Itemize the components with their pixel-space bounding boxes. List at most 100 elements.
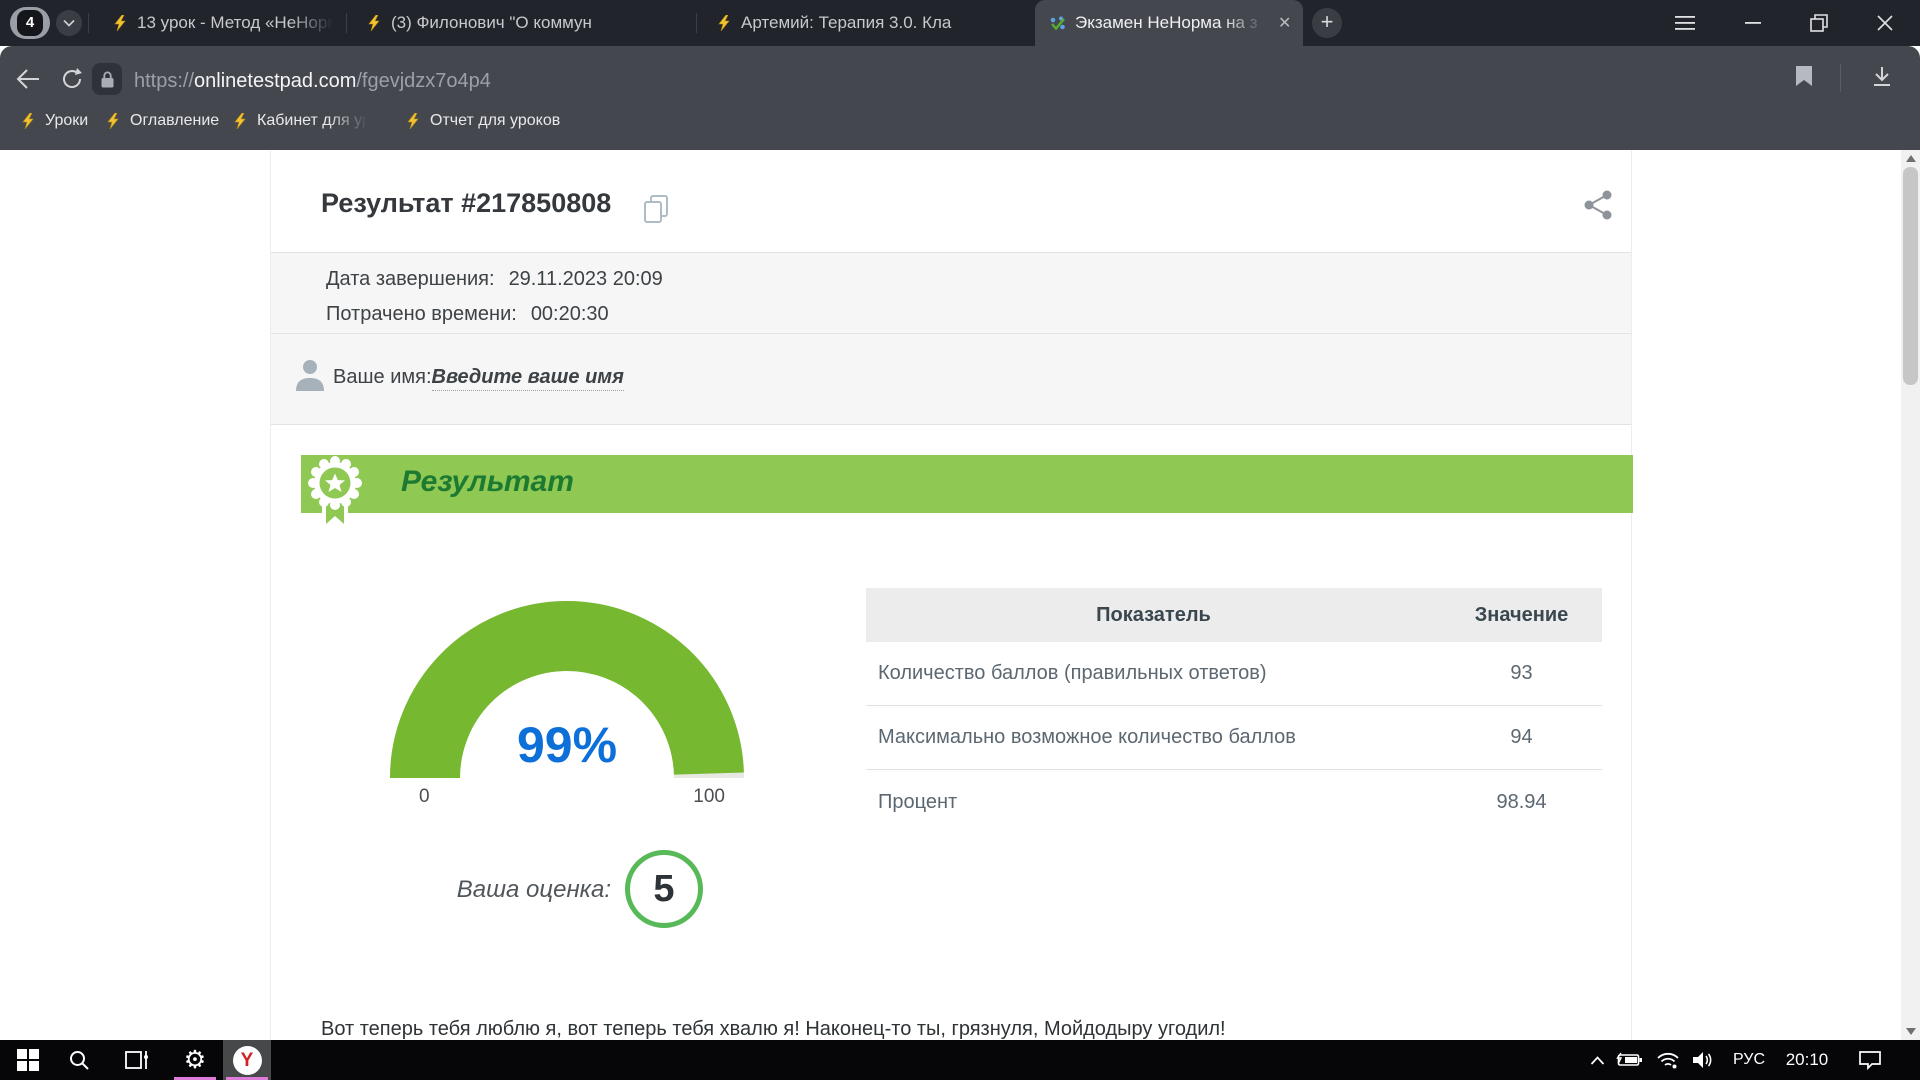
result-info-panel: Дата завершения: 29.11.2023 20:09 Потраче…	[271, 252, 1631, 334]
share-icon	[1581, 188, 1615, 222]
bookmark-item-oglavlenie[interactable]: Оглавление	[105, 108, 219, 134]
url-protocol: https://	[134, 70, 194, 92]
reload-icon	[60, 67, 84, 91]
scroll-down-button[interactable]	[1901, 1023, 1920, 1040]
restore-icon	[1810, 14, 1828, 32]
chevron-down-icon	[63, 19, 75, 27]
scroll-up-button[interactable]	[1901, 150, 1920, 167]
bookmark-item-kabinet[interactable]: Кабинет для урок	[232, 108, 367, 134]
browser-tab-bar: 4 13 урок - Метод «НеНорм (3) Филонович …	[0, 0, 1920, 46]
yandex-browser-app-button[interactable]: Y	[223, 1040, 271, 1080]
gear-icon: ⚙	[184, 1048, 206, 1073]
tab-separator	[696, 13, 697, 33]
onlinetestpad-favicon	[1049, 15, 1066, 32]
wifi-icon	[1656, 1051, 1680, 1069]
tab-title: Экзамен НеНорма на з	[1075, 13, 1265, 33]
windows-taskbar: ⚙ Y РУС 20:10	[0, 1040, 1920, 1080]
lock-icon	[101, 71, 114, 88]
toolbar-separator	[1840, 64, 1841, 92]
tab-title: 13 урок - Метод «НеНорм	[137, 13, 333, 33]
start-button[interactable]	[6, 1040, 50, 1080]
bookmark-page-button[interactable]	[1796, 66, 1812, 86]
bookmark-label: Отчет для уроков	[430, 112, 560, 130]
table-header-row: Показатель Значение	[866, 588, 1602, 642]
clock-label: 20:10	[1786, 1050, 1829, 1070]
grade-label: Ваша оценка:	[381, 876, 611, 904]
yellow-bolt-favicon	[405, 113, 421, 129]
table-cell-value: 98.94	[1441, 791, 1602, 814]
url-path: /fgevjdzx7o4p4	[356, 70, 491, 92]
name-label: Ваше имя:	[333, 366, 432, 388]
tab-2[interactable]: (3) Филонович "О коммун	[352, 0, 690, 46]
download-icon	[1872, 66, 1892, 88]
table-header-value: Значение	[1441, 604, 1602, 627]
clock[interactable]: 20:10	[1780, 1040, 1834, 1080]
yellow-bolt-favicon	[716, 15, 732, 31]
window-close-button[interactable]	[1862, 0, 1908, 46]
time-spent-label: Потрачено времени:	[326, 303, 517, 325]
yellow-bolt-favicon	[232, 113, 248, 129]
wifi-status[interactable]	[1652, 1040, 1684, 1080]
completion-date-label: Дата завершения:	[326, 268, 495, 290]
copy-result-id-button[interactable]	[643, 194, 669, 229]
reload-button[interactable]	[52, 59, 92, 99]
time-spent-value: 00:20:30	[531, 303, 609, 325]
search-icon	[69, 1050, 89, 1070]
completion-date-value: 29.11.2023 20:09	[509, 268, 663, 290]
bookmark-label: Оглавление	[130, 112, 219, 130]
windows-logo-icon	[17, 1049, 39, 1071]
hamburger-menu-icon	[1675, 16, 1695, 30]
volume-status[interactable]	[1686, 1040, 1718, 1080]
battery-status[interactable]	[1613, 1040, 1647, 1080]
address-bar[interactable]: https://onlinetestpad.com/fgevjdzx7o4p4	[134, 70, 491, 93]
language-indicator[interactable]: РУС	[1726, 1040, 1772, 1080]
yellow-bolt-favicon	[20, 113, 36, 129]
downloads-button[interactable]	[1872, 66, 1892, 88]
bookmark-label: Кабинет для урок	[257, 112, 367, 130]
table-row: Максимально возможное количество баллов …	[866, 706, 1602, 770]
close-icon	[1877, 15, 1893, 31]
name-input-placeholder[interactable]: Введите ваше имя	[432, 366, 624, 391]
page-title: Результат #217850808	[321, 188, 611, 219]
url-host: onlinetestpad.com	[194, 70, 356, 92]
browser-toolbar: https://onlinetestpad.com/fgevjdzx7o4p4 …	[0, 46, 1920, 150]
tab-list-dropdown-button[interactable]	[56, 10, 82, 36]
task-view-button[interactable]	[114, 1040, 160, 1080]
copy-icon	[643, 194, 669, 224]
completion-date-row: Дата завершения: 29.11.2023 20:09	[326, 268, 1631, 291]
speaker-icon	[1691, 1051, 1713, 1069]
tab-counter[interactable]: 4	[10, 7, 50, 39]
yellow-bolt-favicon	[105, 113, 121, 129]
tab-3[interactable]: Артемий: Терапия 3.0. Кла	[702, 0, 1032, 46]
table-cell-label: Максимально возможное количество баллов	[866, 726, 1441, 749]
grade-badge: 5	[625, 850, 703, 928]
tab-close-icon[interactable]: ✕	[1278, 13, 1291, 33]
share-button[interactable]	[1581, 188, 1615, 227]
back-button[interactable]	[8, 59, 48, 99]
table-cell-label: Количество баллов (правильных ответов)	[866, 662, 1441, 685]
table-cell-value: 94	[1441, 726, 1602, 749]
window-minimize-button[interactable]	[1730, 0, 1776, 46]
bookmark-item-uroki[interactable]: Уроки	[20, 108, 88, 134]
tab-1[interactable]: 13 урок - Метод «НеНорм	[98, 0, 342, 46]
page-scrollbar[interactable]	[1901, 150, 1920, 1040]
minimize-icon	[1745, 21, 1761, 25]
taskbar-search-button[interactable]	[56, 1040, 102, 1080]
tab-separator	[88, 13, 89, 33]
tab-4-active[interactable]: Экзамен НеНорма на з ✕	[1035, 0, 1303, 46]
new-tab-button[interactable]: +	[1312, 8, 1342, 38]
tab-counter-badge: 4	[17, 10, 43, 36]
scrollbar-thumb[interactable]	[1903, 167, 1918, 385]
site-security-button[interactable]	[92, 63, 122, 95]
tab-separator	[346, 13, 347, 33]
window-restore-button[interactable]	[1796, 0, 1842, 46]
gauge-max-label: 100	[693, 786, 725, 808]
action-center-button[interactable]	[1850, 1040, 1890, 1080]
settings-app-button[interactable]: ⚙	[172, 1040, 218, 1080]
results-table: Показатель Значение Количество баллов (п…	[866, 588, 1602, 834]
task-view-icon	[125, 1050, 149, 1070]
bookmark-item-otchet[interactable]: Отчет для уроков	[405, 108, 560, 134]
medal-ribbon-icon	[304, 456, 366, 536]
browser-menu-button[interactable]	[1662, 0, 1708, 46]
tray-expand-button[interactable]	[1583, 1040, 1611, 1080]
